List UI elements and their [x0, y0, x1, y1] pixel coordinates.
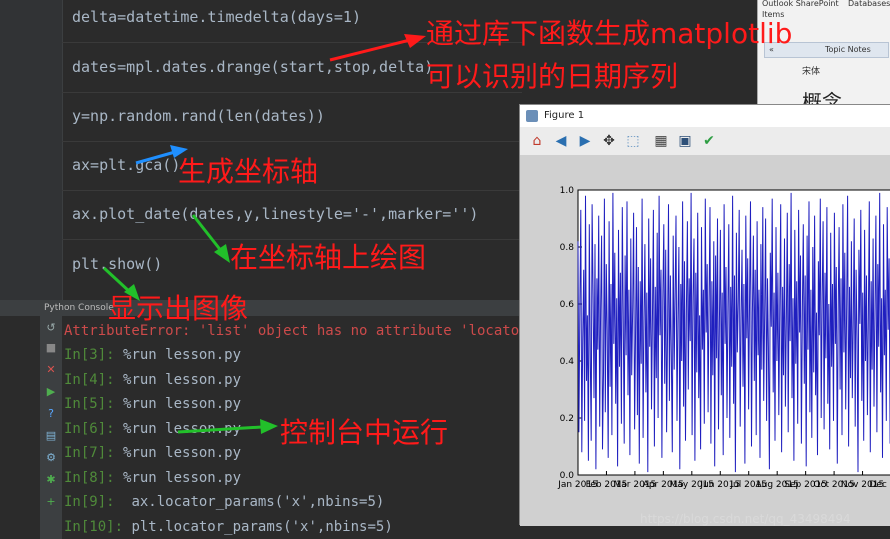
- watermark: https://blog.csdn.net/qq_43498494: [640, 512, 851, 526]
- annotation-drange-2: 可以识别的日期序列: [426, 60, 679, 93]
- red-arrow: [329, 38, 411, 62]
- annotation-gca: 生成坐标轴: [178, 155, 319, 188]
- annotation-console: 控制台中运行: [280, 416, 449, 449]
- green-arrow: [177, 425, 263, 434]
- annotation-drange: 通过库下函数生成matplotlib: [426, 17, 793, 50]
- red-arrowhead: [404, 34, 426, 48]
- green-arrow: [191, 214, 224, 253]
- green-arrowhead: [260, 419, 278, 434]
- annotation-show: 显示出图像: [108, 292, 249, 325]
- annotation-plot-date: 在坐标轴上绘图: [230, 241, 427, 274]
- blue-arrow: [135, 150, 176, 165]
